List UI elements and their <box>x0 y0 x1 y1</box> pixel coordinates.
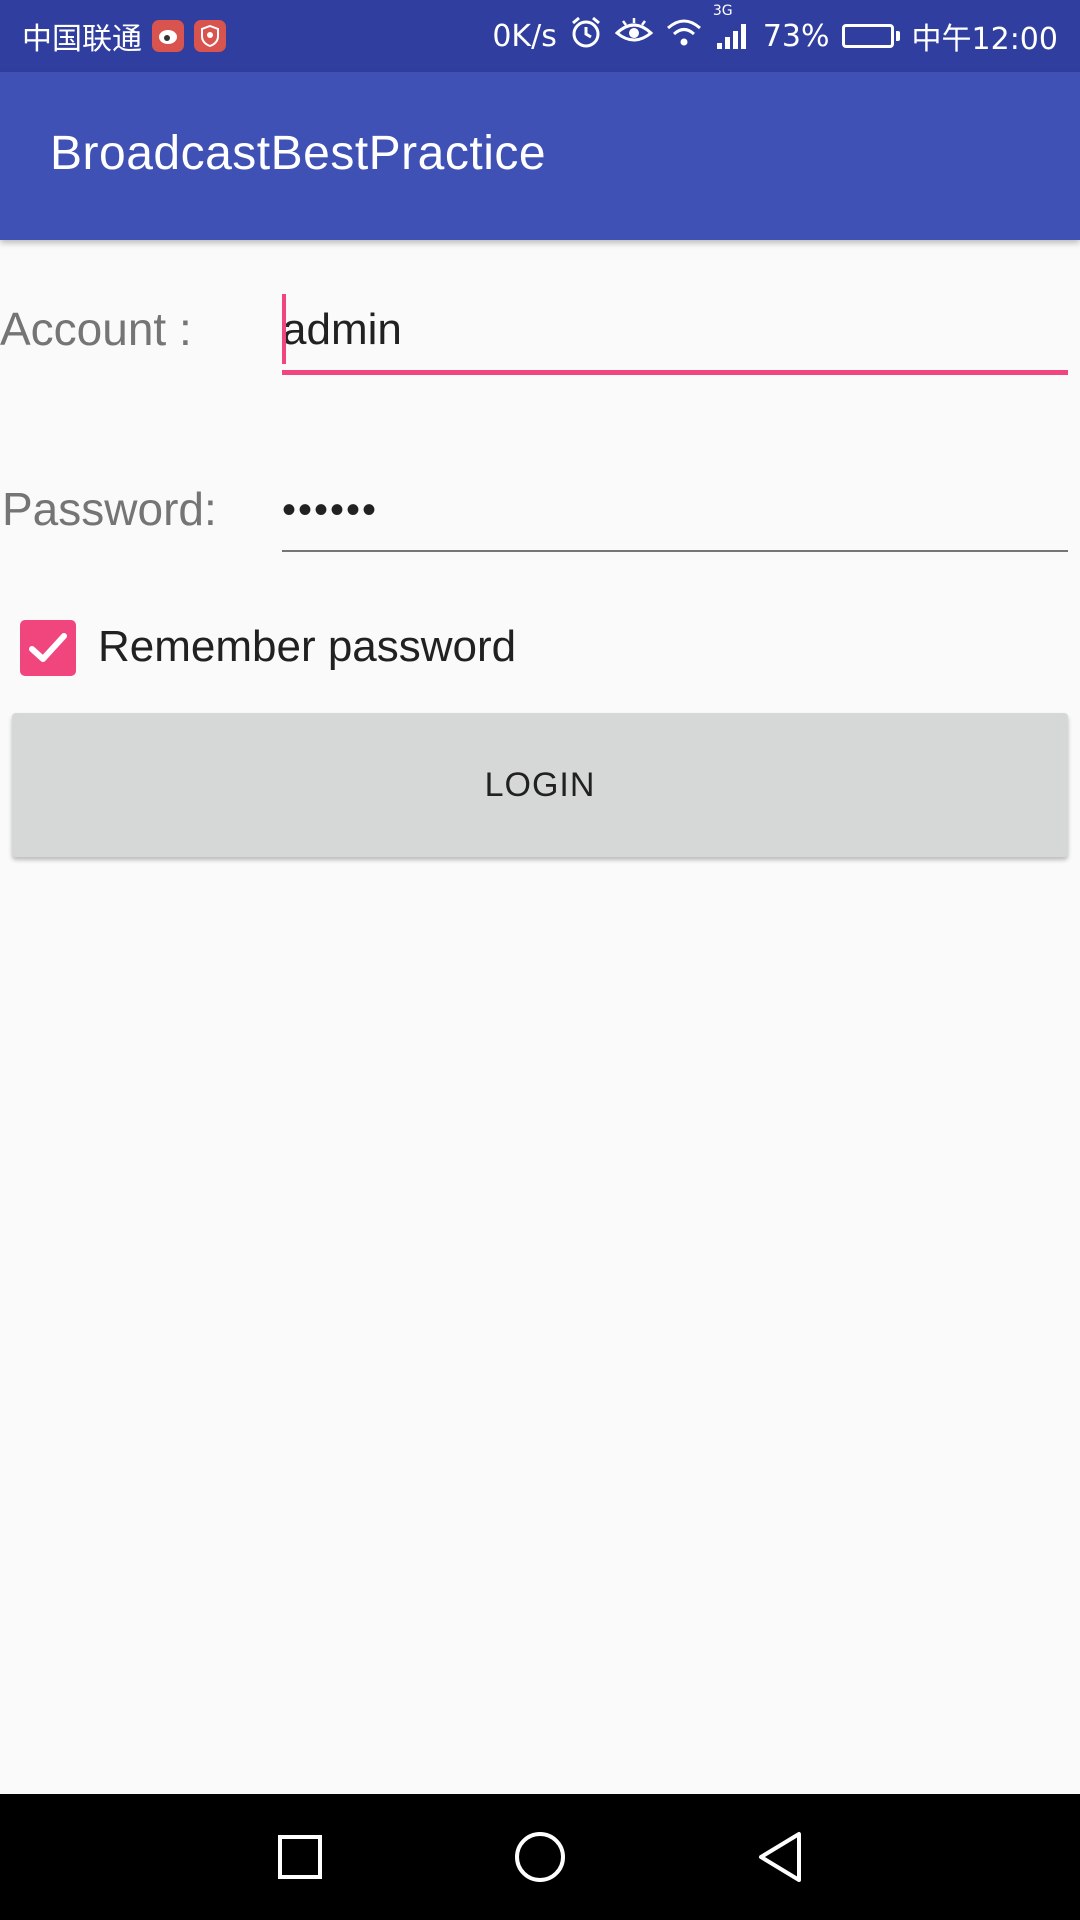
account-label: Account : <box>0 303 192 355</box>
account-field-wrap[interactable] <box>282 294 1068 378</box>
carrier-name: 中国联通 <box>22 22 142 57</box>
weibo-icon <box>152 20 184 52</box>
account-underline <box>282 370 1068 375</box>
text-caret <box>282 294 286 364</box>
home-circle-icon[interactable] <box>507 1824 573 1890</box>
signal-icon: 3G <box>713 3 751 51</box>
password-underline <box>282 550 1068 552</box>
remember-password-label[interactable]: Remember password <box>98 622 516 672</box>
login-button[interactable]: LOGIN <box>12 713 1068 857</box>
app-title: BroadcastBestPractice <box>50 127 547 180</box>
remember-password-checkbox[interactable] <box>20 620 76 676</box>
clock: 中午12:00 <box>911 22 1058 57</box>
alarm-icon <box>569 15 603 57</box>
wifi-icon <box>665 17 703 55</box>
password-label: Password: <box>2 483 217 535</box>
battery-charging-icon <box>841 24 900 48</box>
eye-icon <box>614 17 654 55</box>
back-triangle-icon[interactable] <box>747 1824 813 1890</box>
password-field-wrap[interactable]: •••••• <box>282 480 1068 554</box>
screen: 中国联通 0K/s 3G 73% 中午12:00 BroadcastBestPr… <box>0 0 1080 1920</box>
network-type: 3G <box>712 3 733 19</box>
checkmark-icon <box>29 633 67 662</box>
password-input[interactable]: •••••• <box>282 480 1068 540</box>
status-bar-right: 0K/s 3G 73% 中午12:00 <box>492 0 1058 72</box>
battery-percent: 73% <box>762 18 830 54</box>
net-speed: 0K/s <box>492 18 557 54</box>
shield-app-icon <box>194 20 226 52</box>
app-bar: BroadcastBestPractice <box>0 72 1080 240</box>
navigation-bar <box>0 1794 1080 1920</box>
account-input[interactable] <box>282 300 1068 360</box>
recents-square-icon[interactable] <box>267 1824 333 1890</box>
status-bar: 中国联通 0K/s 3G 73% 中午12:00 <box>0 0 1080 72</box>
status-bar-left: 中国联通 <box>22 0 226 72</box>
